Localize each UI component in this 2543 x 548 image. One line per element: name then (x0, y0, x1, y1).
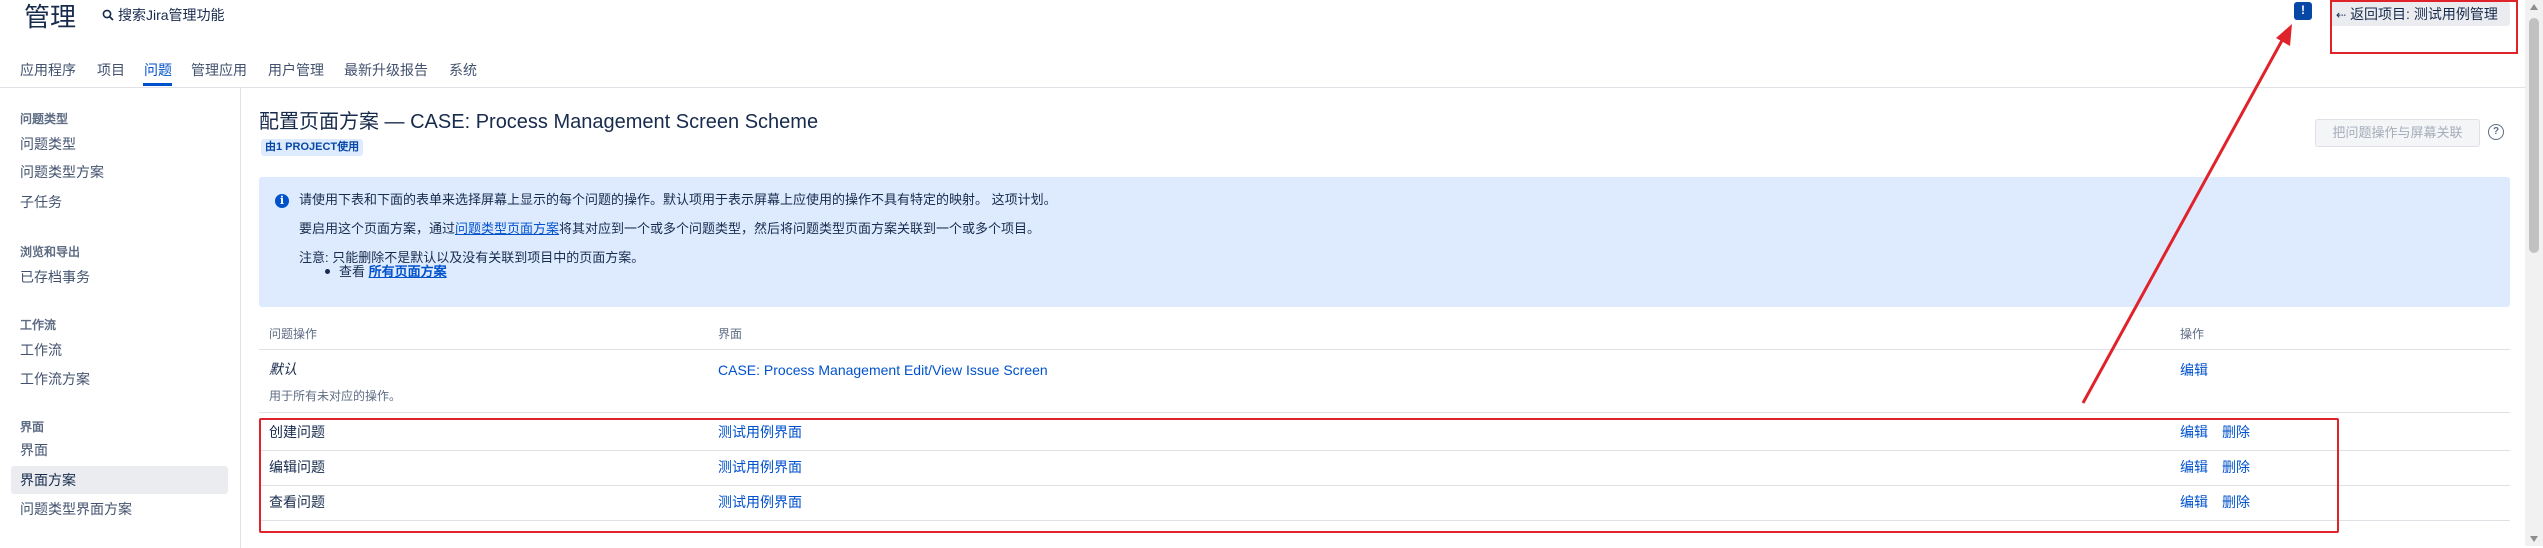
sidebar-heading-issue-types: 问题类型 (20, 112, 69, 126)
annotation-box-operation-rows (259, 418, 2339, 533)
tab-issues[interactable]: 问题 (144, 60, 172, 80)
table-header-divider (259, 349, 2510, 350)
sidebar-heading-screens: 界面 (20, 420, 45, 434)
sidebar-item-issue-types[interactable]: 问题类型 (11, 130, 228, 158)
page-scrollbar[interactable] (2525, 0, 2543, 546)
all-screen-schemes-link[interactable]: 所有页面方案 (369, 264, 447, 279)
annotation-box-back-button (2330, 0, 2518, 54)
help-icon[interactable]: ? (2488, 124, 2504, 140)
sidebar-item-archived[interactable]: 已存档事务 (11, 263, 228, 291)
admin-search[interactable]: 搜索Jira管理功能 (102, 6, 225, 24)
scroll-thumb[interactable] (2529, 18, 2539, 253)
default-screen-link[interactable]: CASE: Process Management Edit/View Issue… (718, 360, 1048, 380)
info-line-2-post: 将其对应到一个或多个问题类型，然后将问题类型页面方案关联到一个或多个项目。 (559, 221, 1041, 236)
info-line-4: 查看 所有页面方案 (339, 263, 447, 281)
notification-icon[interactable]: ! (2294, 2, 2312, 20)
scroll-up-icon[interactable] (2530, 4, 2538, 10)
view-label: 查看 (339, 264, 366, 279)
sidebar-item-issue-type-screen-schemes[interactable]: 问题类型界面方案 (11, 495, 228, 523)
sidebar-item-screens[interactable]: 界面 (11, 436, 228, 464)
sidebar-heading-workflows: 工作流 (20, 318, 57, 332)
sidebar-item-issue-type-schemes[interactable]: 问题类型方案 (11, 158, 228, 186)
tab-projects[interactable]: 项目 (97, 60, 125, 80)
tab-upgrade-report[interactable]: 最新升级报告 (344, 60, 428, 80)
sidebar-item-subtasks[interactable]: 子任务 (11, 188, 228, 216)
default-operation-description: 用于所有未对应的操作。 (269, 389, 402, 403)
sidebar-heading-browse-export: 浏览和导出 (20, 245, 81, 259)
sidebar-item-workflow-schemes[interactable]: 工作流方案 (11, 365, 228, 393)
admin-title: 管理 (24, 2, 77, 32)
scroll-down-icon[interactable] (2530, 536, 2538, 542)
info-line-1: 请使用下表和下面的表单来选择屏幕上显示的每个问题的操作。默认项用于表示屏幕上应使… (299, 192, 1057, 207)
column-header-operation: 问题操作 (269, 327, 318, 341)
info-line-2: 要启用这个页面方案，通过问题类型页面方案将其对应到一个或多个问题类型，然后将问题… (299, 220, 1040, 238)
default-edit-link[interactable]: 编辑 (2180, 360, 2208, 380)
search-label: 搜索Jira管理功能 (118, 7, 225, 23)
admin-nav: 应用程序 项目 问题 管理应用 用户管理 最新升级报告 系统 (0, 54, 2525, 88)
sidebar: 问题类型 问题类型 问题类型方案 子任务 浏览和导出 已存档事务 工作流 工作流… (0, 88, 241, 548)
sidebar-item-workflows[interactable]: 工作流 (11, 336, 228, 364)
tab-user-management[interactable]: 用户管理 (268, 60, 324, 80)
info-message: i 请使用下表和下面的表单来选择屏幕上显示的每个问题的操作。默认项用于表示屏幕上… (259, 177, 2510, 307)
search-icon (102, 9, 114, 21)
row-divider (259, 412, 2510, 413)
active-tab-indicator (143, 83, 172, 86)
info-line-2-pre: 要启用这个页面方案，通过 (299, 221, 456, 236)
sidebar-item-screen-schemes[interactable]: 界面方案 (11, 466, 228, 494)
default-operation: 默认 (269, 361, 297, 377)
associate-operation-button[interactable]: 把问题操作与屏幕关联 (2315, 119, 2480, 147)
tab-manage-apps[interactable]: 管理应用 (191, 60, 247, 80)
tab-applications[interactable]: 应用程序 (20, 60, 76, 80)
column-header-actions: 操作 (2180, 327, 2205, 341)
tab-system[interactable]: 系统 (449, 60, 477, 80)
shared-by-badge[interactable]: 由1 PROJECT使用 (261, 139, 364, 156)
page-title: 配置页面方案 — CASE: Process Management Screen… (259, 111, 819, 133)
issue-type-screen-schemes-link[interactable]: 问题类型页面方案 (455, 221, 559, 236)
column-header-screen: 界面 (718, 327, 743, 341)
bullet-dot (325, 269, 330, 274)
top-bar: 管理 搜索Jira管理功能 ! ⇠ 返回项目: 测试用例管理 (0, 0, 2525, 40)
info-icon: i (275, 194, 289, 208)
